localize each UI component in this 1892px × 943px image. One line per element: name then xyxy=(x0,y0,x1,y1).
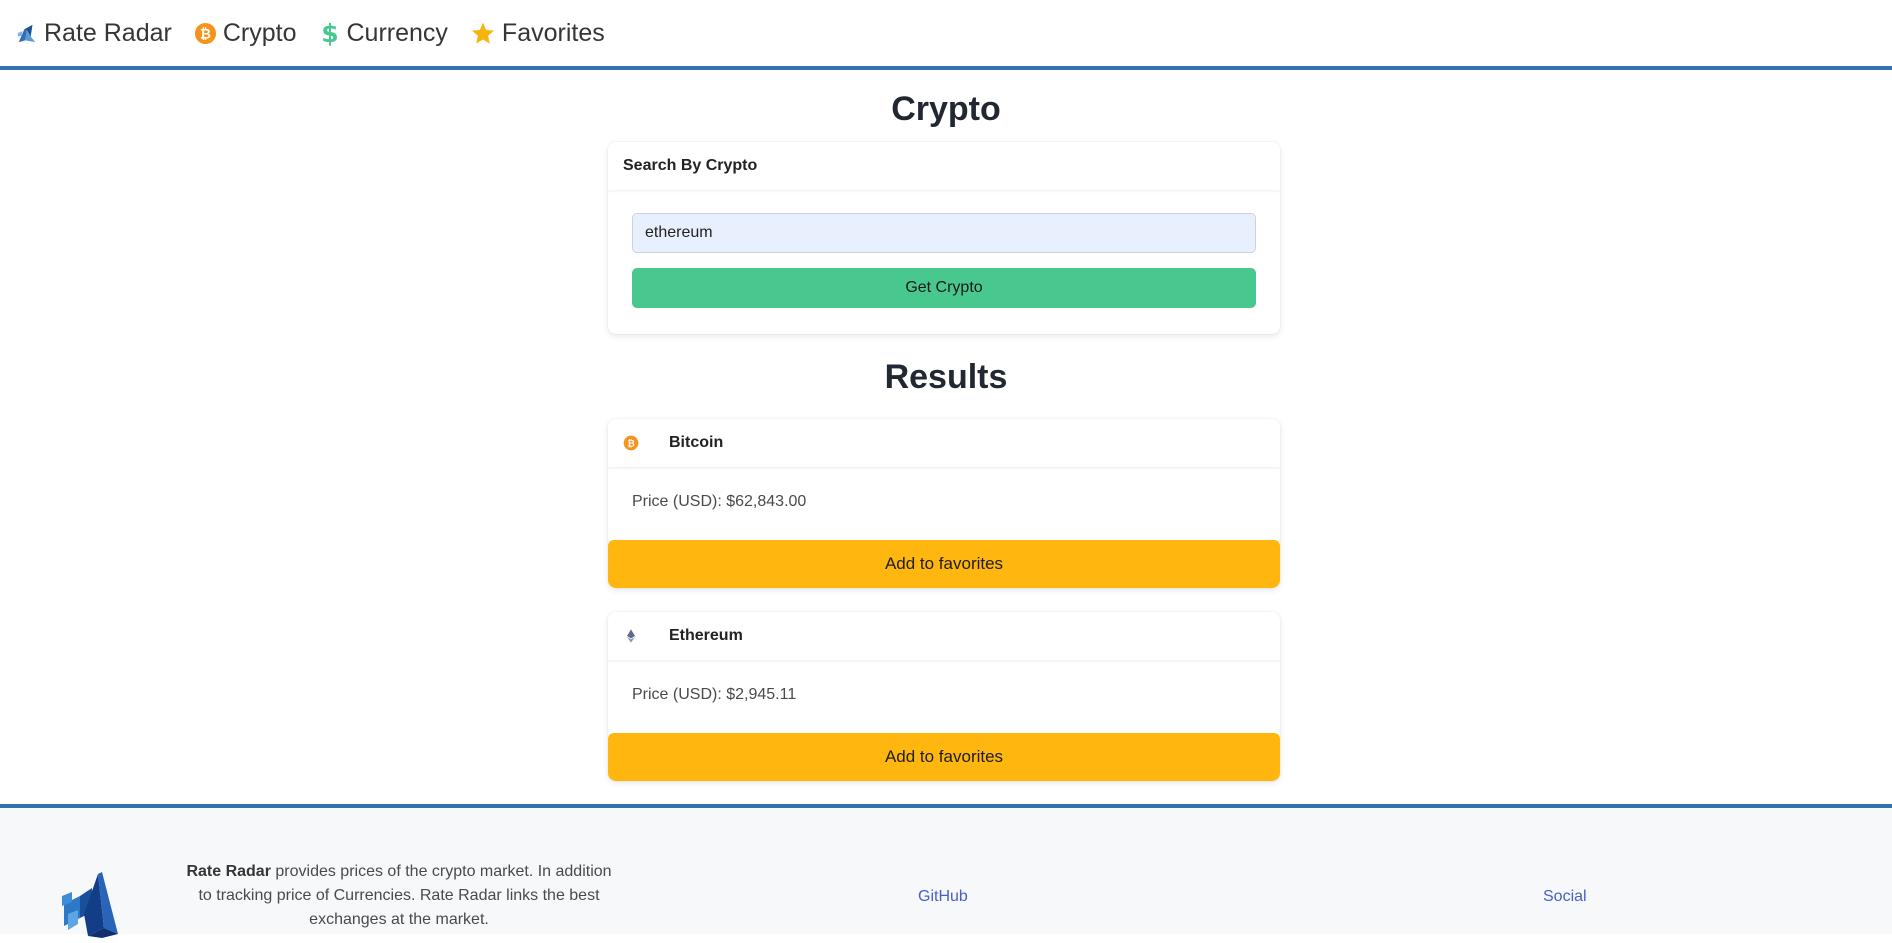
bitcoin-icon: ₿ xyxy=(623,435,639,451)
add-to-favorites-button[interactable]: Add to favorites xyxy=(608,540,1280,588)
main-content: Crypto Search By Crypto Get Crypto Resul… xyxy=(0,74,1892,804)
crypto-page-title: Crypto xyxy=(891,90,1001,128)
social-link[interactable]: Social xyxy=(1543,888,1587,906)
result-card-bitcoin: ₿ Bitcoin Price (USD): $62,843.00 Add to… xyxy=(608,419,1280,588)
top-navbar: Rate Radar ₿ Crypto $ Currency Favorites xyxy=(0,0,1892,70)
nav-item-currency-label: Currency xyxy=(346,18,448,47)
result-card-header: ₿ Bitcoin xyxy=(608,419,1280,467)
svg-text:₿: ₿ xyxy=(627,438,635,449)
coin-name: Bitcoin xyxy=(669,434,724,451)
get-crypto-button[interactable]: Get Crypto xyxy=(632,268,1256,308)
footer-brand: Rate Radar xyxy=(186,863,271,880)
dollar-icon: $ xyxy=(319,20,341,46)
coin-name: Ethereum xyxy=(669,627,743,644)
nav-item-crypto-label: Crypto xyxy=(222,18,297,47)
nav-item-favorites-label: Favorites xyxy=(501,18,605,47)
nav-brand-label: Rate Radar xyxy=(44,18,172,47)
page-footer: Rate Radar provides prices of the crypto… xyxy=(0,804,1892,938)
result-card-header: Ethereum xyxy=(608,612,1280,660)
search-card-header: Search By Crypto xyxy=(608,142,1280,190)
nav-item-crypto[interactable]: ₿ Crypto xyxy=(194,19,297,48)
svg-text:$: $ xyxy=(321,20,338,46)
rate-radar-logo-icon xyxy=(16,22,38,44)
svg-text:₿: ₿ xyxy=(200,27,211,42)
ethereum-icon xyxy=(623,628,639,644)
coin-price: Price (USD): $2,945.11 xyxy=(632,686,797,703)
crypto-search-input[interactable] xyxy=(632,213,1256,253)
coin-price: Price (USD): $62,843.00 xyxy=(632,493,807,510)
footer-description: Rate Radar provides prices of the crypto… xyxy=(186,860,612,932)
add-to-favorites-button[interactable]: Add to favorites xyxy=(608,733,1280,781)
bitcoin-icon: ₿ xyxy=(194,22,217,45)
nav-brand-link[interactable]: Rate Radar xyxy=(16,19,172,48)
rate-radar-logo-icon xyxy=(58,868,122,943)
nav-item-favorites[interactable]: Favorites xyxy=(470,19,605,48)
star-icon xyxy=(470,21,496,46)
nav-item-currency[interactable]: $ Currency xyxy=(319,19,448,48)
search-card: Search By Crypto Get Crypto xyxy=(608,142,1280,334)
github-link[interactable]: GitHub xyxy=(918,888,968,906)
result-card-ethereum: Ethereum Price (USD): $2,945.11 Add to f… xyxy=(608,612,1280,781)
results-title: Results xyxy=(884,358,1008,396)
